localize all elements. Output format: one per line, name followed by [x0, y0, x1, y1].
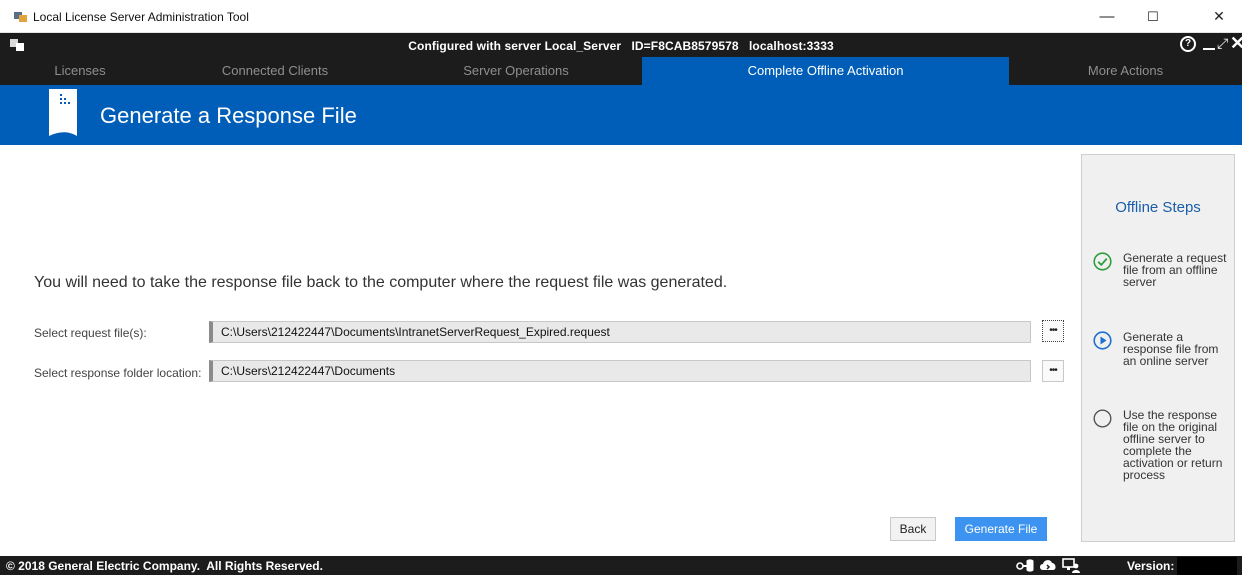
copyright-text: © 2018 General Electric Company. All Rig…	[6, 559, 323, 573]
window-title: Local License Server Administration Tool	[33, 10, 249, 24]
instruction-text: You will need to take the response file …	[34, 274, 728, 291]
response-browse-button[interactable]: •••	[1042, 360, 1064, 382]
tab-server-operations[interactable]: Server Operations	[390, 57, 642, 85]
request-file-label: Select request file(s):	[34, 326, 147, 340]
back-button[interactable]: Back	[890, 517, 936, 541]
tab-complete-offline-activation[interactable]: Complete Offline Activation	[642, 57, 1009, 85]
app-icon	[14, 12, 27, 22]
steps-title: Offline Steps	[1115, 199, 1201, 216]
step-1-text: Generate a request file from an offline …	[1123, 251, 1227, 289]
version-value	[1177, 557, 1237, 575]
cloud-sync-icon[interactable]	[1039, 558, 1057, 573]
window-minimize-button[interactable]: —	[1084, 0, 1130, 33]
step-2-text: Generate a response file from an online …	[1123, 330, 1219, 368]
tab-more-actions[interactable]: More Actions	[1009, 57, 1242, 85]
close-icon[interactable]: ✕	[1230, 33, 1242, 54]
tab-connected-clients[interactable]: Connected Clients	[160, 57, 390, 85]
page-title: Generate a Response File	[100, 103, 357, 128]
minimize-icon[interactable]	[1203, 48, 1215, 50]
tab-licenses[interactable]: Licenses	[0, 57, 160, 85]
help-icon[interactable]: ?	[1180, 36, 1196, 52]
empty-circle-icon	[1093, 409, 1112, 428]
page-header: Generate a Response File	[0, 85, 1242, 145]
server-info-bar: Configured with server Local_Server ID=F…	[0, 33, 1242, 57]
response-folder-label: Select response folder location:	[34, 366, 202, 380]
expand-icon[interactable]: ⤢	[1217, 35, 1228, 52]
computer-user-icon[interactable]	[1062, 558, 1080, 573]
check-circle-icon	[1093, 252, 1112, 271]
generate-file-button[interactable]: Generate File	[955, 517, 1047, 541]
response-folder-field[interactable]: C:\Users\212422447\Documents	[209, 360, 1031, 382]
database-key-icon[interactable]	[1016, 558, 1034, 573]
server-info-text: Configured with server Local_Server ID=F…	[408, 39, 834, 53]
document-icon	[49, 89, 77, 136]
window-maximize-button[interactable]: ☐	[1130, 0, 1176, 33]
step-3-text: Use the response file on the original of…	[1123, 408, 1223, 482]
offline-steps-panel: Offline Steps Generate a request file fr…	[1081, 154, 1235, 542]
version-label: Version:	[1127, 559, 1175, 573]
request-file-field[interactable]: C:\Users\212422447\Documents\IntranetSer…	[209, 321, 1031, 343]
window-close-button[interactable]: ✕	[1196, 0, 1242, 33]
footer-bar: © 2018 General Electric Company. All Rig…	[0, 556, 1242, 575]
nav-tabs: Licenses Connected Clients Server Operat…	[0, 57, 1242, 85]
window-titlebar: Local License Server Administration Tool…	[0, 0, 1242, 33]
play-circle-icon	[1093, 331, 1112, 350]
request-browse-button[interactable]: •••	[1042, 320, 1064, 342]
